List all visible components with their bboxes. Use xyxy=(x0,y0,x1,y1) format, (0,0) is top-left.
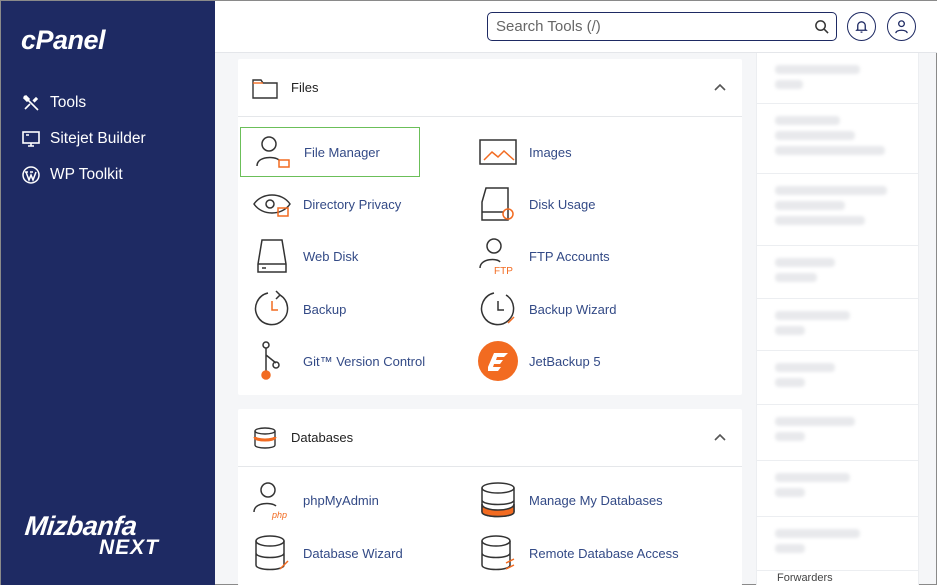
backup-wizard-tool[interactable]: Backup Wizard xyxy=(478,284,616,334)
manage-databases-tool[interactable]: Manage My Databases xyxy=(478,475,663,525)
database-icon xyxy=(253,426,277,449)
files-title: Files xyxy=(291,80,319,95)
stat-block xyxy=(757,351,918,405)
disk-usage-tool[interactable]: Disk Usage xyxy=(478,179,595,229)
jetbackup-tool[interactable]: JetBackup 5 xyxy=(478,336,601,386)
tool-label: Backup xyxy=(303,301,347,317)
cpanel-logo[interactable]: cPanel xyxy=(21,25,106,56)
search-box xyxy=(487,12,837,41)
sidebar-item-wp-toolkit[interactable]: WP Toolkit xyxy=(21,157,146,193)
tool-label: phpMyAdmin xyxy=(303,492,379,508)
tool-label: Backup Wizard xyxy=(529,301,617,317)
notifications-button[interactable] xyxy=(847,12,876,41)
backup-wizard-icon xyxy=(480,292,515,326)
sidebar: cPanel Tools Sitejet Builder WP Toolkit … xyxy=(1,1,215,585)
sidebar-item-label: Sitejet Builder xyxy=(50,130,146,147)
databases-panel: Databases php phpMyAdmin Manage My Datab… xyxy=(238,409,742,585)
images-icon xyxy=(479,139,517,165)
database-wizard-tool[interactable]: Database Wizard xyxy=(252,528,403,578)
git-icon xyxy=(261,341,280,380)
search-input[interactable] xyxy=(496,18,806,35)
wordpress-icon xyxy=(22,166,40,184)
disk-usage-icon xyxy=(481,187,514,221)
sidebar-item-sitejet[interactable]: Sitejet Builder xyxy=(21,121,146,157)
jetbackup-icon xyxy=(478,341,518,381)
tools-icon xyxy=(22,94,39,111)
file-manager-icon xyxy=(256,136,290,168)
mizbanfa-brand: Mizbanfa NEXT xyxy=(23,511,159,560)
tool-label: Images xyxy=(529,144,572,160)
top-header xyxy=(215,1,937,53)
bell-icon xyxy=(855,21,868,33)
ftp-accounts-icon: FTP xyxy=(479,238,513,276)
sidebar-item-label: WP Toolkit xyxy=(50,166,123,183)
remote-database-icon xyxy=(481,535,515,571)
right-stats-panel: Forwarders xyxy=(756,53,919,585)
tool-label: FTP Accounts xyxy=(529,248,610,264)
directory-privacy-tool[interactable]: Directory Privacy xyxy=(252,179,401,229)
chevron-up-icon[interactable] xyxy=(714,83,726,91)
stat-block xyxy=(757,517,918,571)
remote-database-tool[interactable]: Remote Database Access xyxy=(478,528,679,578)
stat-block xyxy=(757,174,918,246)
tool-label: Remote Database Access xyxy=(529,545,679,561)
stat-block xyxy=(757,246,918,299)
phpmyadmin-icon: php xyxy=(253,482,287,520)
phpmyadmin-tool[interactable]: php phpMyAdmin xyxy=(252,475,379,525)
stat-block xyxy=(757,104,918,174)
svg-text:php: php xyxy=(271,510,287,520)
monitor-icon xyxy=(22,131,40,147)
files-panel: Files File Manager Images Directory Priv… xyxy=(238,59,742,395)
user-icon xyxy=(895,20,908,34)
tool-label: Disk Usage xyxy=(529,196,596,212)
tool-label: Database Wizard xyxy=(303,545,403,561)
manage-databases-icon xyxy=(481,482,515,518)
stat-block xyxy=(757,53,918,104)
directory-privacy-icon xyxy=(253,194,291,217)
web-disk-tool[interactable]: Web Disk xyxy=(252,231,358,281)
stat-block xyxy=(757,461,918,517)
tool-label: Web Disk xyxy=(303,248,359,264)
backup-tool[interactable]: Backup xyxy=(252,284,346,334)
search-icon[interactable] xyxy=(814,19,829,34)
files-panel-header[interactable]: Files xyxy=(238,59,742,117)
images-tool[interactable]: Images xyxy=(478,127,572,177)
folder-icon xyxy=(252,78,278,99)
forwarders-label: Forwarders xyxy=(777,572,833,584)
backup-icon xyxy=(254,290,289,326)
tool-label: Directory Privacy xyxy=(303,196,402,212)
databases-panel-header[interactable]: Databases xyxy=(238,409,742,467)
tool-label: Manage My Databases xyxy=(529,492,663,508)
databases-title: Databases xyxy=(291,430,354,445)
chevron-up-icon[interactable] xyxy=(714,433,726,441)
file-manager-tool[interactable]: File Manager xyxy=(240,127,420,177)
ftp-accounts-tool[interactable]: FTP FTP Accounts xyxy=(478,231,610,281)
sidebar-item-label: Tools xyxy=(50,94,87,111)
git-version-control-tool[interactable]: Git™ Version Control xyxy=(252,336,425,386)
sidebar-nav: Tools Sitejet Builder WP Toolkit xyxy=(21,85,146,193)
tool-label: File Manager xyxy=(304,144,380,160)
database-wizard-icon xyxy=(255,535,289,571)
svg-text:FTP: FTP xyxy=(494,266,513,276)
stat-block xyxy=(757,405,918,461)
tool-label: Git™ Version Control xyxy=(303,353,426,369)
brand-name: Mizbanfa xyxy=(23,511,139,541)
tool-label: JetBackup 5 xyxy=(529,353,601,369)
web-disk-icon xyxy=(257,239,287,273)
sidebar-item-tools[interactable]: Tools xyxy=(21,85,146,121)
user-menu-button[interactable] xyxy=(887,12,916,41)
stat-block xyxy=(757,299,918,351)
